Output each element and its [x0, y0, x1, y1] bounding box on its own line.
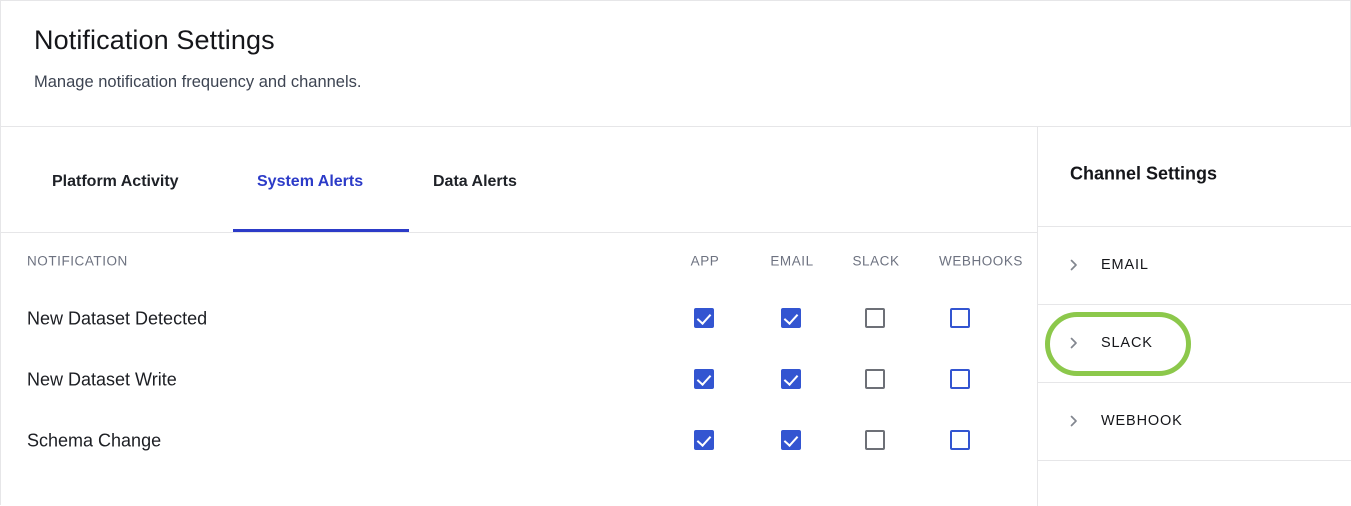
checkbox-cell-slack [865, 308, 887, 330]
checkbox-slack[interactable] [865, 308, 885, 328]
checkbox-webhooks[interactable] [950, 369, 970, 389]
panel-item-slack[interactable]: SLACK [1038, 304, 1351, 382]
checkbox-cell-app [694, 369, 716, 391]
checkbox-cell-webhooks [950, 430, 972, 452]
checkbox-cell-email [781, 308, 803, 330]
table-row: Schema Change [1, 411, 1037, 472]
page-title: Notification Settings [34, 25, 275, 55]
panel-item-label: EMAIL [1101, 257, 1149, 273]
notifications-table: NOTIFICATION APP EMAIL SLACK WEBHOOKS Ne… [1, 233, 1037, 472]
notification-settings-page: Notification Settings Manage notificatio… [0, 0, 1351, 506]
column-header-app: APP [690, 253, 720, 269]
checkbox-slack[interactable] [865, 430, 885, 450]
table-header-row: NOTIFICATION APP EMAIL SLACK WEBHOOKS [1, 233, 1037, 289]
panel-item-email[interactable]: EMAIL [1038, 226, 1351, 304]
page-header: Notification Settings Manage notificatio… [1, 1, 1350, 127]
panel-item-label: WEBHOOK [1101, 413, 1183, 429]
notification-label: Schema Change [27, 430, 162, 451]
checkbox-cell-slack [865, 369, 887, 391]
chevron-right-icon [1067, 258, 1081, 272]
tab-bar: Platform Activity System Alerts Data Ale… [1, 127, 1037, 233]
checkbox-cell-slack [865, 430, 887, 452]
checkbox-cell-webhooks [950, 369, 972, 391]
column-header-webhooks: WEBHOOKS [939, 253, 1023, 269]
tab-platform-activity[interactable]: Platform Activity [52, 173, 179, 191]
notification-label: New Dataset Write [27, 369, 177, 390]
checkbox-cell-webhooks [950, 308, 972, 330]
column-header-email: EMAIL [770, 253, 814, 269]
main-content: Platform Activity System Alerts Data Ale… [1, 127, 1038, 506]
tab-data-alerts[interactable]: Data Alerts [433, 173, 517, 191]
checkbox-app[interactable] [694, 430, 714, 450]
checkbox-email[interactable] [781, 308, 801, 328]
panel-divider [1038, 460, 1351, 461]
checkbox-app[interactable] [694, 369, 714, 389]
checkbox-slack[interactable] [865, 369, 885, 389]
panel-title: Channel Settings [1070, 163, 1218, 184]
tab-system-alerts[interactable]: System Alerts [257, 173, 363, 191]
notification-label: New Dataset Detected [27, 308, 208, 329]
checkbox-email[interactable] [781, 430, 801, 450]
active-tab-indicator [233, 229, 409, 232]
check-icon [696, 431, 712, 448]
chevron-right-icon [1067, 336, 1081, 350]
checkbox-cell-email [781, 369, 803, 391]
column-header-slack: SLACK [852, 253, 900, 269]
table-row: New Dataset Detected [1, 289, 1037, 350]
table-row: New Dataset Write [1, 350, 1037, 411]
checkbox-webhooks[interactable] [950, 308, 970, 328]
page-subtitle: Manage notification frequency and channe… [34, 73, 362, 91]
checkbox-cell-app [694, 430, 716, 452]
checkbox-webhooks[interactable] [950, 430, 970, 450]
check-icon [696, 309, 712, 326]
panel-item-webhook[interactable]: WEBHOOK [1038, 382, 1351, 460]
check-icon [783, 309, 799, 326]
checkbox-cell-email [781, 430, 803, 452]
check-icon [783, 431, 799, 448]
column-header-notification: NOTIFICATION [27, 253, 128, 269]
channel-settings-panel: Channel Settings EMAIL SLACK WEBHOOK [1038, 127, 1351, 506]
check-icon [696, 370, 712, 387]
panel-item-label: SLACK [1101, 335, 1153, 351]
checkbox-cell-app [694, 308, 716, 330]
chevron-right-icon [1067, 414, 1081, 428]
checkbox-app[interactable] [694, 308, 714, 328]
checkbox-email[interactable] [781, 369, 801, 389]
check-icon [783, 370, 799, 387]
